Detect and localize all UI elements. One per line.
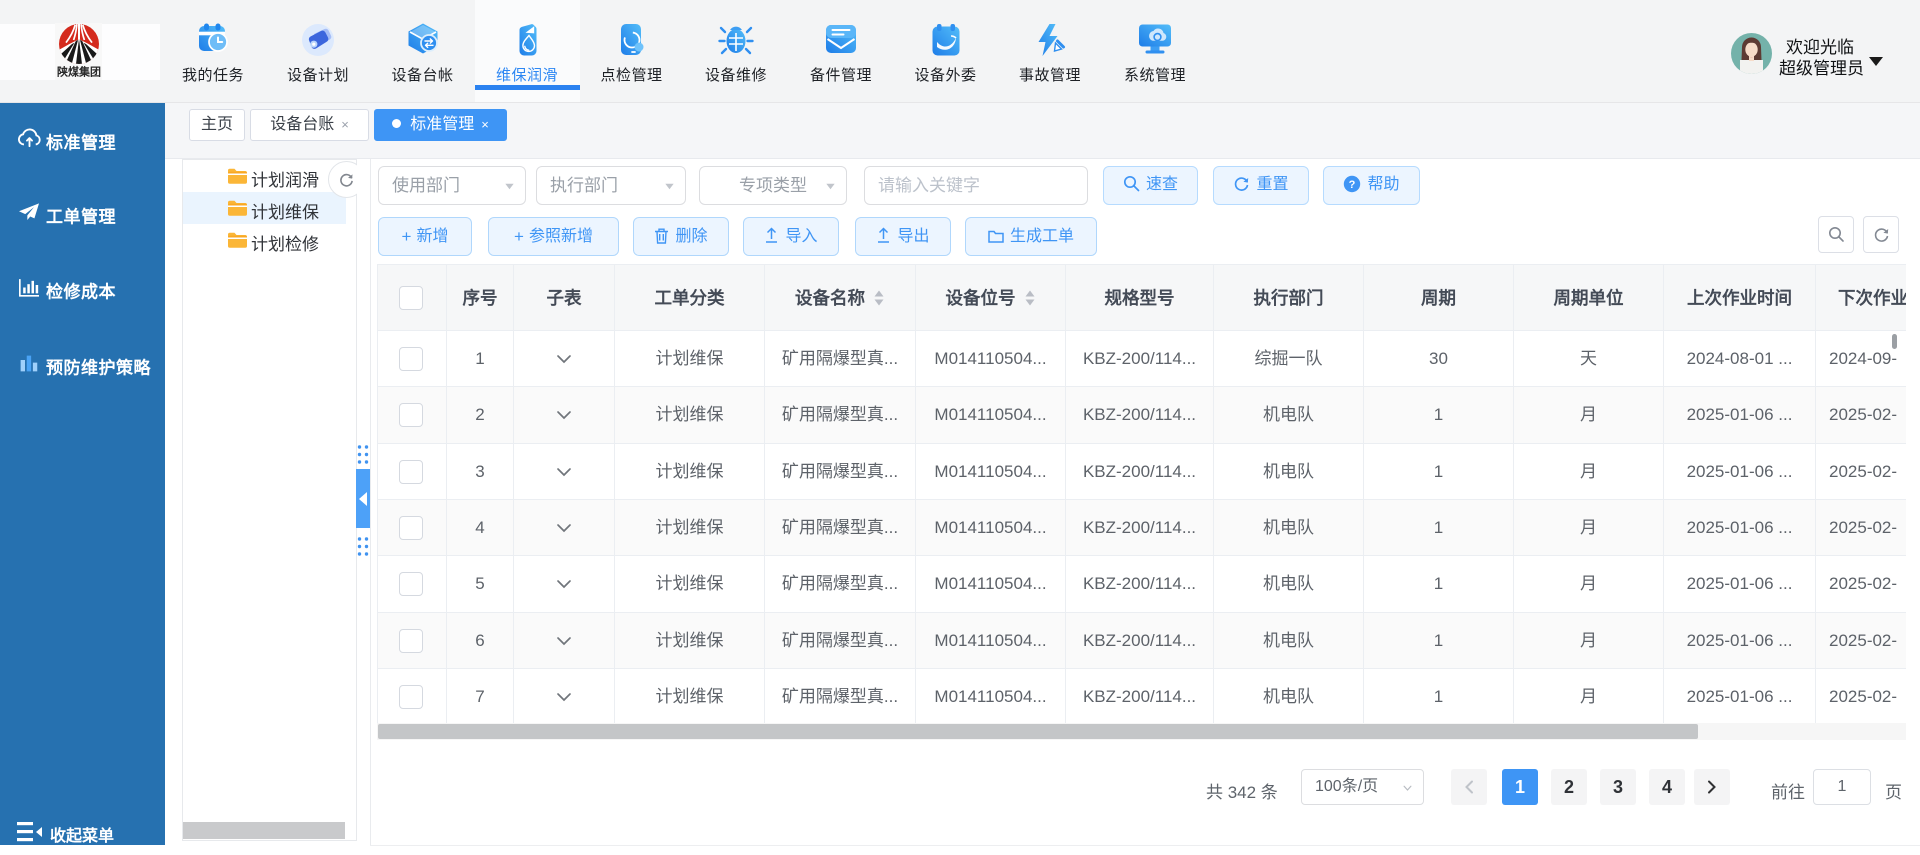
svg-text:?: ?	[1349, 179, 1356, 191]
svg-text:陕煤集团: 陕煤集团	[57, 65, 101, 79]
